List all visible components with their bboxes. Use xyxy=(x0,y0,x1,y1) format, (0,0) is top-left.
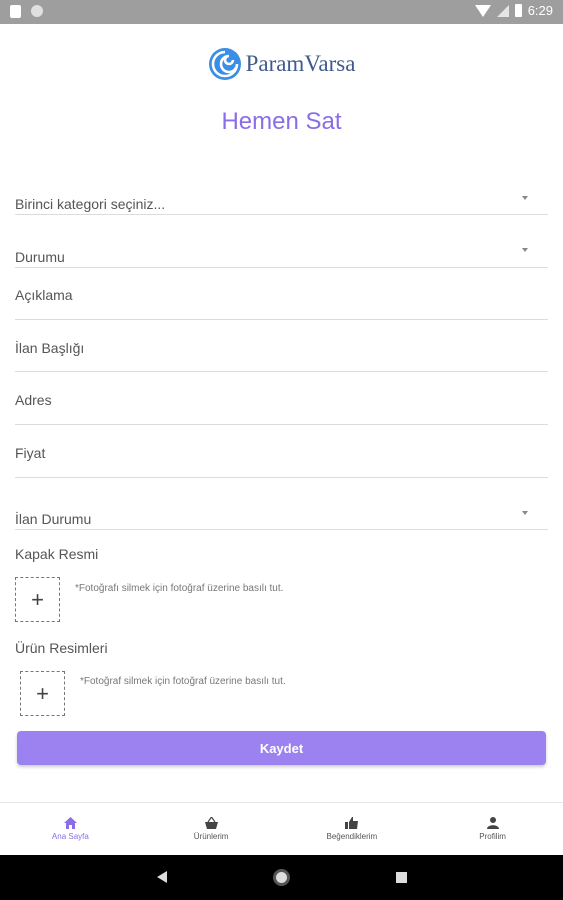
signal-icon xyxy=(496,4,509,17)
product-images-hint: *Fotoğraf silmek için fotoğraf üzerine b… xyxy=(80,676,286,687)
listing-title-field[interactable]: İlan Başlığı xyxy=(15,322,548,372)
cover-image-hint: *Fotoğrafı silmek için fotoğraf üzerine … xyxy=(75,583,284,594)
product-images-label: Ürün Resimleri xyxy=(15,640,108,656)
nav-my-products-label: Ürünlerim xyxy=(193,832,229,841)
system-navigation-bar xyxy=(0,855,563,900)
listing-status-select-label: İlan Durumu xyxy=(15,511,92,527)
recents-icon[interactable] xyxy=(396,872,407,883)
nav-profile[interactable]: Profilim xyxy=(422,803,563,855)
page-title: Hemen Sat xyxy=(221,108,342,135)
chevron-down-icon xyxy=(522,196,528,200)
bottom-nav: Ana Sayfa Ürünlerim Beğendiklerim Profil… xyxy=(0,802,563,855)
address-field[interactable]: Adres xyxy=(15,374,548,425)
nav-my-products[interactable]: Ürünlerim xyxy=(141,803,282,855)
nav-favorites[interactable]: Beğendiklerim xyxy=(282,803,423,855)
nav-home[interactable]: Ana Sayfa xyxy=(0,803,141,855)
nav-favorites-label: Beğendiklerim xyxy=(326,832,378,841)
sd-card-icon xyxy=(10,5,21,18)
home-icon xyxy=(63,817,77,829)
basket-icon xyxy=(204,817,218,829)
battery-icon xyxy=(514,4,522,17)
status-time: 6:29 xyxy=(527,3,553,18)
chevron-down-icon xyxy=(522,248,528,252)
category-select[interactable]: Birinci kategori seçiniz... xyxy=(15,190,548,215)
description-field[interactable]: Açıklama xyxy=(15,270,548,320)
price-placeholder: Fiyat xyxy=(15,445,46,461)
description-placeholder: Açıklama xyxy=(15,287,73,303)
person-icon xyxy=(486,817,499,829)
notification-dot-icon xyxy=(31,5,43,17)
save-button[interactable]: Kaydet xyxy=(17,731,546,765)
back-icon[interactable] xyxy=(157,871,167,883)
add-product-image-button[interactable]: + xyxy=(20,671,65,716)
home-button-icon[interactable] xyxy=(273,869,290,886)
add-cover-image-button[interactable]: + xyxy=(15,577,60,622)
thumbs-up-icon xyxy=(345,817,359,829)
condition-select[interactable]: Durumu xyxy=(15,242,548,268)
address-placeholder: Adres xyxy=(15,392,52,408)
app-logo: ParamVarsa xyxy=(0,47,563,81)
condition-select-label: Durumu xyxy=(15,249,65,265)
wifi-icon xyxy=(474,4,491,17)
nav-profile-label: Profilim xyxy=(479,832,506,841)
nav-home-label: Ana Sayfa xyxy=(51,832,89,841)
chevron-down-icon xyxy=(522,511,528,515)
logo-swirl-icon xyxy=(208,48,241,80)
listing-title-placeholder: İlan Başlığı xyxy=(15,340,85,356)
cover-image-label: Kapak Resmi xyxy=(15,546,99,562)
plus-icon: + xyxy=(31,586,44,612)
plus-icon: + xyxy=(36,680,49,706)
logo-text: ParamVarsa xyxy=(245,51,356,76)
price-field[interactable]: Fiyat xyxy=(15,427,548,478)
listing-status-select[interactable]: İlan Durumu xyxy=(15,500,548,530)
status-bar: 6:29 xyxy=(0,0,563,24)
category-select-label: Birinci kategori seçiniz... xyxy=(15,196,166,212)
